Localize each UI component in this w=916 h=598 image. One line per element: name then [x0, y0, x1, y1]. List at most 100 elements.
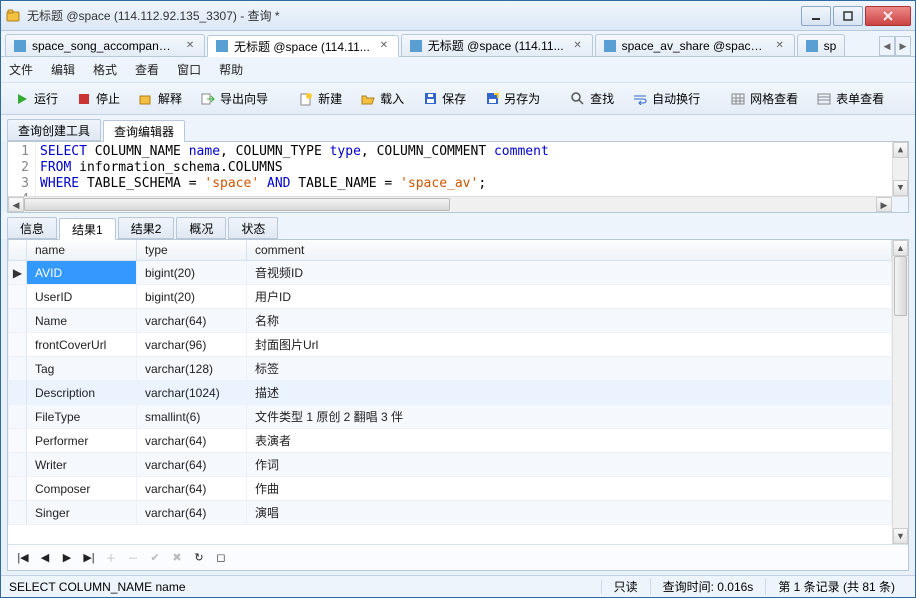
- cell-name[interactable]: Composer: [27, 477, 137, 501]
- cell-type[interactable]: smallint(6): [137, 405, 247, 429]
- nav-refresh[interactable]: ↻: [192, 551, 206, 565]
- tab-result2[interactable]: 结果2: [118, 217, 175, 239]
- file-tab[interactable]: space_song_accompany ...✕: [5, 34, 205, 56]
- results-table[interactable]: name type comment ▶AVIDbigint(20)音视频IDUs…: [8, 240, 892, 525]
- tab-status[interactable]: 状态: [228, 217, 278, 239]
- table-row[interactable]: Singervarchar(64)演唱: [9, 501, 892, 525]
- minimize-button[interactable]: [801, 6, 831, 26]
- file-tab[interactable]: 无标题 @space (114.11...✕: [401, 34, 593, 56]
- cell-comment[interactable]: 封面图片Url: [247, 333, 892, 357]
- table-row[interactable]: frontCoverUrlvarchar(96)封面图片Url: [9, 333, 892, 357]
- cell-type[interactable]: varchar(64): [137, 453, 247, 477]
- tab-close-icon[interactable]: ✕: [378, 40, 390, 52]
- cell-name[interactable]: Performer: [27, 429, 137, 453]
- col-header-type[interactable]: type: [137, 240, 247, 261]
- table-row[interactable]: UserIDbigint(20)用户ID: [9, 285, 892, 309]
- cell-type[interactable]: varchar(64): [137, 501, 247, 525]
- nav-next[interactable]: ▶: [60, 551, 74, 565]
- editor-hscrollbar[interactable]: ◀▶: [8, 196, 908, 212]
- table-row[interactable]: Namevarchar(64)名称: [9, 309, 892, 333]
- tab-query-builder[interactable]: 查询创建工具: [7, 119, 101, 141]
- cell-comment[interactable]: 表演者: [247, 429, 892, 453]
- menu-help[interactable]: 帮助: [219, 61, 243, 78]
- cell-comment[interactable]: 用户ID: [247, 285, 892, 309]
- grid-vscrollbar[interactable]: ▲▼: [892, 240, 908, 544]
- cell-name[interactable]: Writer: [27, 453, 137, 477]
- cell-type[interactable]: varchar(128): [137, 357, 247, 381]
- tab-result1[interactable]: 结果1: [59, 218, 116, 240]
- load-button[interactable]: 载入: [353, 87, 411, 110]
- tab-query-editor[interactable]: 查询编辑器: [103, 120, 185, 142]
- table-row[interactable]: Performervarchar(64)表演者: [9, 429, 892, 453]
- cell-name[interactable]: Singer: [27, 501, 137, 525]
- save-as-button[interactable]: 另存为: [477, 87, 547, 110]
- cell-comment[interactable]: 作词: [247, 453, 892, 477]
- maximize-button[interactable]: [833, 6, 863, 26]
- new-button[interactable]: 新建: [291, 87, 349, 110]
- nav-last[interactable]: ▶|: [82, 551, 96, 565]
- table-row[interactable]: Writervarchar(64)作词: [9, 453, 892, 477]
- tab-close-icon[interactable]: ✕: [184, 40, 196, 52]
- file-tab[interactable]: sp: [797, 34, 846, 56]
- cell-comment[interactable]: 描述: [247, 381, 892, 405]
- table-row[interactable]: Tagvarchar(128)标签: [9, 357, 892, 381]
- menu-file[interactable]: 文件: [9, 61, 33, 78]
- cell-type[interactable]: varchar(64): [137, 429, 247, 453]
- titlebar[interactable]: 无标题 @space (114.112.92.135_3307) - 查询 *: [1, 1, 915, 31]
- note-button[interactable]: 备注: [907, 87, 915, 110]
- cell-name[interactable]: frontCoverUrl: [27, 333, 137, 357]
- menu-format[interactable]: 格式: [93, 61, 117, 78]
- tab-scroll-left[interactable]: ◀: [879, 36, 895, 56]
- tab-scroll-right[interactable]: ▶: [895, 36, 911, 56]
- tab-messages[interactable]: 信息: [7, 217, 57, 239]
- table-row[interactable]: ▶AVIDbigint(20)音视频ID: [9, 261, 892, 285]
- find-button[interactable]: 查找: [563, 87, 621, 110]
- cell-name[interactable]: AVID: [27, 261, 137, 285]
- col-header-comment[interactable]: comment: [247, 240, 892, 261]
- code-area[interactable]: SELECT COLUMN_NAME name, COLUMN_TYPE typ…: [36, 142, 892, 196]
- menu-edit[interactable]: 编辑: [51, 61, 75, 78]
- cell-type[interactable]: varchar(96): [137, 333, 247, 357]
- cell-name[interactable]: Name: [27, 309, 137, 333]
- table-row[interactable]: Descriptionvarchar(1024)描述: [9, 381, 892, 405]
- form-view-button[interactable]: 表单查看: [809, 87, 891, 110]
- cell-comment[interactable]: 标签: [247, 357, 892, 381]
- cell-type[interactable]: varchar(64): [137, 477, 247, 501]
- nav-stop[interactable]: ◻: [214, 551, 228, 565]
- cell-name[interactable]: UserID: [27, 285, 137, 309]
- file-tab[interactable]: space_av_share @space...✕: [595, 34, 795, 56]
- cell-comment[interactable]: 演唱: [247, 501, 892, 525]
- table-row[interactable]: Composervarchar(64)作曲: [9, 477, 892, 501]
- cell-type[interactable]: varchar(1024): [137, 381, 247, 405]
- status-sql: SELECT COLUMN_NAME name: [9, 580, 602, 594]
- word-wrap-button[interactable]: 自动换行: [625, 87, 707, 110]
- cell-comment[interactable]: 文件类型 1 原创 2 翻唱 3 伴: [247, 405, 892, 429]
- menu-window[interactable]: 窗口: [177, 61, 201, 78]
- menu-view[interactable]: 查看: [135, 61, 159, 78]
- close-button[interactable]: [865, 6, 911, 26]
- export-wizard-button[interactable]: 导出向导: [193, 87, 275, 110]
- editor-vscrollbar[interactable]: ▲▼: [892, 142, 908, 196]
- tab-close-icon[interactable]: ✕: [774, 40, 786, 52]
- cell-type[interactable]: varchar(64): [137, 309, 247, 333]
- nav-prev[interactable]: ◀: [38, 551, 52, 565]
- cell-name[interactable]: FileType: [27, 405, 137, 429]
- cell-comment[interactable]: 作曲: [247, 477, 892, 501]
- cell-name[interactable]: Description: [27, 381, 137, 405]
- tab-close-icon[interactable]: ✕: [572, 40, 584, 52]
- run-button[interactable]: 运行: [7, 87, 65, 110]
- stop-button[interactable]: 停止: [69, 87, 127, 110]
- cell-type[interactable]: bigint(20): [137, 261, 247, 285]
- cell-comment[interactable]: 名称: [247, 309, 892, 333]
- save-button[interactable]: 保存: [415, 87, 473, 110]
- nav-first[interactable]: |◀: [16, 551, 30, 565]
- cell-type[interactable]: bigint(20): [137, 285, 247, 309]
- col-header-name[interactable]: name: [27, 240, 137, 261]
- tab-profile[interactable]: 概况: [176, 217, 226, 239]
- explain-button[interactable]: 解释: [131, 87, 189, 110]
- cell-comment[interactable]: 音视频ID: [247, 261, 892, 285]
- file-tab-active[interactable]: 无标题 @space (114.11...✕: [207, 35, 399, 57]
- grid-view-button[interactable]: 网格查看: [723, 87, 805, 110]
- table-row[interactable]: FileTypesmallint(6)文件类型 1 原创 2 翻唱 3 伴: [9, 405, 892, 429]
- cell-name[interactable]: Tag: [27, 357, 137, 381]
